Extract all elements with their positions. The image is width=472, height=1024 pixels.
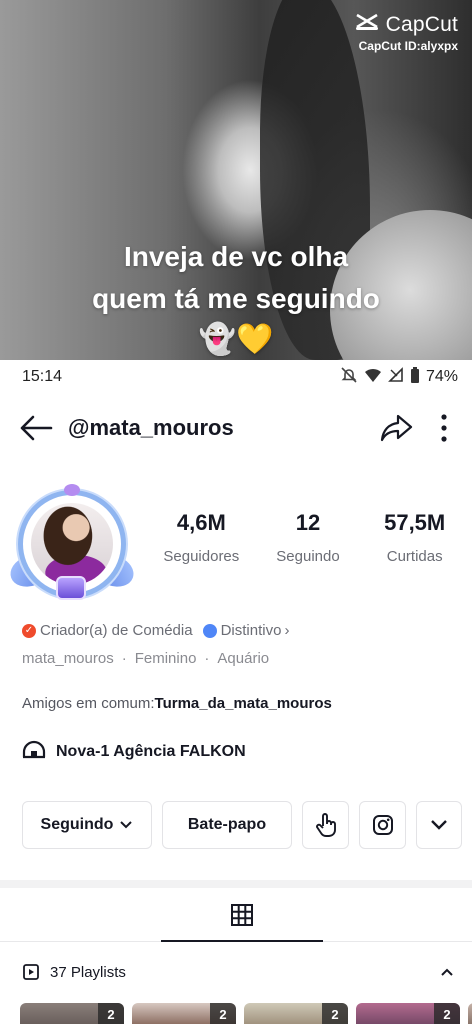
creator-check-icon: ✓ (22, 623, 36, 638)
avatar-photo (31, 503, 113, 585)
back-arrow-icon (20, 415, 53, 441)
share-arrow-icon (380, 414, 413, 442)
agency-dome-icon (22, 739, 46, 764)
playlist-video-count: 2 (210, 1003, 236, 1024)
capcut-id: CapCut ID:alyxpx (358, 39, 458, 53)
avatar-live-badge-icon (56, 576, 86, 600)
caption-emoji: 👻💛 (198, 323, 274, 356)
stat-following-label: Seguindo (276, 548, 340, 565)
creator-category-tag[interactable]: Criador(a) de Comédia (40, 622, 193, 639)
creator-tags: ✓ Criador(a) de Comédia Distintivo › (22, 622, 289, 639)
badge-chevron-icon: › (284, 622, 290, 639)
grid-icon (231, 904, 253, 926)
section-divider (0, 880, 472, 888)
stat-likes-label: Curtidas (386, 548, 443, 565)
mutual-friends-name: Turma_da_mata_mouros (154, 695, 332, 712)
playlist-thumbnail[interactable]: 2 (20, 1003, 124, 1024)
meta-sign: Aquário (217, 650, 270, 667)
capcut-brand: CapCut (385, 12, 458, 36)
profile-avatar[interactable] (6, 484, 138, 608)
profile-stats: 4,6M Seguidores 12 Seguindo 57,5M Curtid… (148, 510, 468, 565)
following-label: Seguindo (40, 816, 114, 833)
playlist-video-count: 2 (434, 1003, 460, 1024)
meta-separator: · (121, 650, 127, 667)
agency-row[interactable]: Nova-1 Agência FALKON (22, 739, 246, 764)
wifi-icon (364, 367, 382, 388)
mutual-friends-prefix: Amigos em comum: (22, 695, 155, 712)
tab-active-indicator (161, 940, 323, 942)
caption-line-2: quem tá me seguindo (92, 283, 380, 314)
poke-button[interactable] (302, 801, 349, 849)
status-time: 15:14 (22, 368, 63, 385)
instagram-icon (372, 815, 393, 835)
profile-actions: Seguindo Bate-papo (22, 801, 462, 849)
instagram-button[interactable] (359, 801, 406, 849)
playlist-thumbnail[interactable] (468, 1003, 472, 1024)
playlist-thumbnails: 2 2 2 2 (20, 1003, 472, 1024)
playlist-thumbnail[interactable]: 2 (132, 1003, 236, 1024)
chevron-up-icon (441, 968, 453, 976)
avatar-frame-crown (64, 484, 80, 496)
hand-tap-icon (315, 813, 336, 837)
video-caption: Inveja de vc olha quem tá me seguindo 👻💛 (0, 236, 472, 360)
stat-likes-value: 57,5M (384, 510, 446, 535)
playlists-header[interactable]: 37 Playlists (0, 950, 472, 994)
playlist-video-count: 2 (322, 1003, 348, 1024)
battery-icon (410, 366, 420, 388)
stat-following[interactable]: 12 Seguindo (255, 510, 362, 565)
capcut-logo-icon (354, 12, 380, 37)
suggested-accounts-button[interactable] (416, 801, 462, 849)
playlist-video-count: 2 (98, 1003, 124, 1024)
playlist-thumbnail[interactable]: 2 (244, 1003, 348, 1024)
following-button[interactable]: Seguindo (22, 801, 152, 849)
signal-icon (388, 366, 404, 388)
meta-gender: Feminino (134, 650, 197, 667)
playlist-thumbnail[interactable]: 2 (356, 1003, 460, 1024)
chevron-down-icon (120, 821, 133, 829)
caption-line-1: Inveja de vc olha (123, 241, 349, 272)
back-button[interactable] (18, 408, 58, 448)
tab-videos-grid[interactable] (161, 888, 323, 942)
video-preview[interactable]: CapCut CapCut ID:alyxpx Inveja de vc olh… (0, 0, 472, 360)
mute-icon (340, 366, 358, 389)
status-bar: 15:14 74% (0, 360, 472, 394)
profile-username: @mata_mouros (68, 415, 234, 440)
playlists-label: 37 Playlists (50, 963, 126, 981)
agency-name: Nova-1 Agência FALKON (56, 742, 246, 760)
more-options-button[interactable] (434, 408, 454, 448)
playlist-icon (23, 964, 39, 980)
profile-header: @mata_mouros (0, 400, 472, 456)
badge-icon (202, 623, 217, 638)
chat-label: Bate-papo (187, 816, 267, 833)
content-tabs (0, 888, 472, 942)
more-vertical-icon (441, 414, 447, 442)
meta-separator: · (204, 650, 210, 667)
meta-handle: mata_mouros (22, 650, 114, 667)
chat-button[interactable]: Bate-papo (162, 801, 292, 849)
share-button[interactable] (376, 408, 416, 448)
stat-followers[interactable]: 4,6M Seguidores (148, 510, 255, 565)
stat-following-value: 12 (295, 510, 321, 535)
mutual-friends[interactable]: Amigos em comum:Turma_da_mata_mouros (22, 695, 332, 712)
stat-likes[interactable]: 57,5M Curtidas (361, 510, 468, 565)
profile-meta: mata_mouros · Feminino · Aquário (22, 650, 269, 667)
stat-followers-label: Seguidores (163, 548, 240, 565)
capcut-watermark: CapCut CapCut ID:alyxpx (354, 12, 458, 53)
chevron-down-icon (431, 820, 447, 830)
battery-level: 74% (425, 368, 458, 385)
badge-tag[interactable]: Distintivo (221, 622, 282, 639)
stat-followers-value: 4,6M (176, 510, 226, 535)
